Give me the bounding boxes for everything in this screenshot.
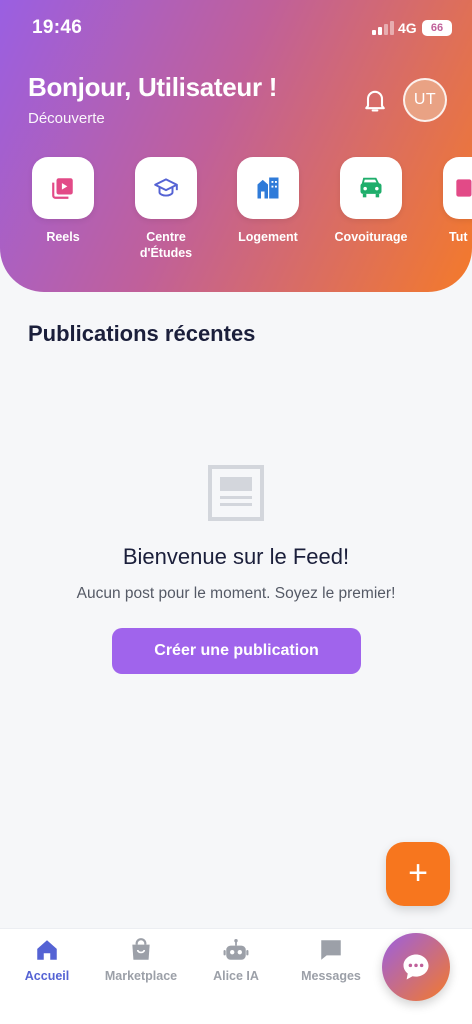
battery-icon: 66 (422, 20, 452, 36)
shortcut-covoiturage[interactable]: Covoiturage (323, 157, 419, 245)
shopping-bag-icon (128, 937, 154, 963)
book-icon (456, 179, 472, 197)
shortcut-label: Covoiturage (334, 230, 408, 244)
add-post-fab[interactable]: + (386, 842, 450, 906)
shortcut-label: Tut (449, 230, 468, 244)
shortcut-tile (237, 157, 299, 219)
header: 19:46 4G 66 Bonjour, Utilisateur ! Décou… (0, 0, 472, 292)
shortcut-logement[interactable]: Logement (220, 157, 316, 245)
play-video-icon (52, 178, 73, 199)
newspaper-icon (208, 465, 264, 521)
nav-item-accueil[interactable]: Accueil (2, 937, 92, 983)
nav-label: Alice IA (213, 969, 259, 983)
status-bar: 19:46 4G 66 (0, 0, 472, 56)
shortcut-tutorat[interactable]: Tut (425, 157, 472, 245)
shortcut-reels[interactable]: Reels (15, 157, 111, 245)
notification-bell-icon[interactable] (361, 86, 389, 114)
shortcut-tile (135, 157, 197, 219)
shortcut-label: Logement (238, 230, 298, 244)
chat-bubble-icon (403, 954, 429, 980)
nav-label: Marketplace (104, 969, 178, 983)
nav-item-messages[interactable]: Messages (286, 937, 376, 983)
empty-state-text: Aucun post pour le moment. Soyez le prem… (76, 585, 396, 602)
shortcut-label: Reels (46, 230, 80, 244)
greeting-subtitle: Découverte (28, 110, 105, 127)
status-time: 19:46 (32, 17, 83, 38)
section-title: Publications récentes (28, 321, 256, 346)
message-icon (318, 937, 344, 963)
create-post-button[interactable]: Créer une publication (112, 628, 361, 674)
car-icon (360, 177, 382, 198)
robot-icon (223, 937, 249, 963)
shortcut-tile (340, 157, 402, 219)
nav-item-alice-ia[interactable]: Alice IA (191, 937, 281, 983)
shortcut-label: Centre d'Études (139, 230, 193, 260)
shortcut-centre-etudes[interactable]: Centre d'Études (118, 157, 214, 261)
greeting-title: Bonjour, Utilisateur ! (28, 72, 278, 102)
nav-label: Accueil (24, 969, 70, 983)
network-type: 4G (398, 20, 417, 36)
nav-item-marketplace[interactable]: Marketplace (96, 937, 186, 983)
avatar[interactable]: UT (403, 78, 447, 122)
nav-label: Messages (301, 969, 361, 983)
empty-state-title: Bienvenue sur le Feed! (122, 544, 350, 569)
signal-icon (372, 21, 394, 35)
home-icon (34, 937, 60, 963)
shortcut-tile (443, 157, 472, 219)
shortcut-tile (32, 157, 94, 219)
graduation-cap-icon (154, 178, 178, 197)
buildings-icon (257, 177, 279, 199)
chat-fab[interactable] (382, 933, 450, 1001)
